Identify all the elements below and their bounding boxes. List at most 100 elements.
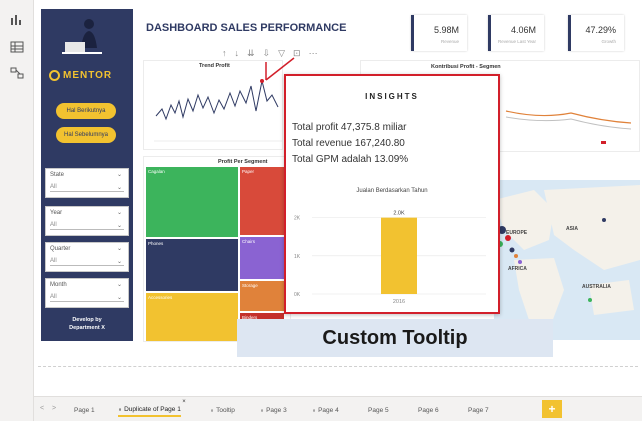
chevron-down-icon[interactable]: ⌄ (117, 294, 122, 301)
kpi-value: 4.06M (510, 25, 536, 35)
kpi-card-growth[interactable]: 47.29% Growth (568, 15, 624, 51)
tab-label: Page 4 (318, 406, 339, 414)
tab-duplicate-of-page-1[interactable]: ∘ Duplicate of Page 1 × (118, 399, 186, 417)
data-label: 2.0K (393, 211, 405, 217)
treemap-cell-storage[interactable]: Storage (240, 281, 284, 311)
kpi-card-revenue-last-year[interactable]: 4.06M Revenue Last Year (488, 15, 544, 51)
trend-profit-title: Trend Profit (199, 63, 230, 69)
tab-label: Page 3 (266, 406, 287, 414)
tab-page-5[interactable]: Page 5 (368, 403, 389, 417)
chevron-down-icon[interactable]: ⌄ (117, 222, 122, 229)
kpi-label: Revenue (440, 39, 459, 44)
tab-page-3[interactable]: ∘ Page 3 (260, 403, 287, 417)
treemap-label: Storage (242, 283, 258, 288)
next-tabs-arrow-icon[interactable]: > (52, 405, 56, 412)
y-tick-label: 0K (294, 292, 301, 298)
kpi-label: Revenue Last Year (497, 39, 536, 44)
slicer-value[interactable]: All (50, 184, 124, 192)
chevron-up-icon[interactable]: ⌄ (117, 281, 122, 288)
year-slicer[interactable]: Year ⌄ All ⌄ (45, 206, 129, 236)
map-label-africa: AFRICA (508, 266, 527, 272)
tooltip-line-gpm: Total GPM adalah 13.09% (292, 154, 409, 165)
world-map-visual[interactable]: EUROPE ASIA AFRICA AUSTRALIA (494, 180, 640, 340)
treemap-cell-chairs[interactable]: Chairs (240, 237, 284, 279)
y-tick-label: 1K (294, 254, 301, 260)
tooltip-line-revenue: Total revenue 167,240.80 (292, 138, 405, 149)
tab-label: Tooltip (216, 406, 235, 414)
more-options-icon[interactable]: ⋯ (309, 48, 318, 59)
quarter-slicer[interactable]: Quarter ⌄ All ⌄ (45, 242, 129, 272)
slicer-title: Month (50, 282, 67, 288)
map-label-australia: AUSTRALIA (582, 284, 611, 290)
kpi-label: Growth (601, 39, 616, 44)
developer-line-1: Develop by (72, 317, 102, 323)
tooltip-chart-title: Jualan Berdasarkan Tahun (356, 188, 428, 194)
treemap-cell-paper[interactable]: Paper (240, 167, 284, 235)
tab-label: Page 7 (468, 406, 489, 414)
person-laptop-icon (62, 19, 102, 54)
tooltip-title: INSIGHTS (365, 92, 419, 101)
tab-page-4[interactable]: ∘ Page 4 (312, 403, 339, 417)
canvas-divider (38, 366, 638, 367)
drill-up-icon[interactable]: ↑ (222, 48, 227, 59)
page-tabs: < > Page 1 ∘ Duplicate of Page 1 × ∘ Too… (34, 396, 642, 421)
chevron-up-icon[interactable]: ⌄ (117, 171, 122, 178)
insights-tooltip: INSIGHTS Total profit 47,375.8 miliar To… (284, 74, 500, 314)
slicer-title: Year (50, 210, 63, 216)
data-view-icon[interactable] (10, 40, 24, 53)
chevron-down-icon[interactable]: ⌄ (117, 184, 122, 191)
model-view-icon[interactable] (10, 66, 24, 79)
treemap-label: Chairs (242, 239, 256, 244)
mentor-logo-icon (49, 70, 60, 81)
brand-name: MENTOR (63, 70, 113, 81)
treemap-cell-accessories[interactable]: Accessories (146, 293, 238, 341)
slicer-value[interactable]: All (50, 222, 124, 230)
chevron-up-icon[interactable]: ⌄ (117, 245, 122, 252)
chevron-up-icon[interactable]: ⌄ (117, 209, 122, 216)
close-tab-icon[interactable]: × (182, 399, 186, 405)
developer-credit: Develop by Department X (55, 316, 119, 332)
segment-title: Profit Per Segment (218, 159, 268, 165)
map-label-asia: ASIA (566, 226, 578, 232)
expand-level-icon[interactable]: ⇊ (247, 48, 255, 59)
chevron-down-icon[interactable]: ⌄ (117, 258, 122, 265)
custom-tooltip-banner: Custom Tooltip (237, 319, 553, 357)
month-slicer[interactable]: Month ⌄ All ⌄ (45, 278, 129, 308)
app-rail (0, 0, 34, 421)
prev-page-button[interactable]: Hal Sebelumnya (56, 127, 116, 143)
mentor-logo: MENTOR (49, 70, 112, 81)
treemap-label: Paper (242, 169, 255, 174)
kpi-card-revenue[interactable]: 5.98M Revenue (411, 15, 467, 51)
treemap-cell-phones[interactable]: Phones (146, 239, 238, 291)
tab-label: Page 6 (418, 406, 439, 414)
treemap-label: Cagalan (148, 169, 165, 174)
sales-by-year-chart: 2K 1K 0K 2.0K 2016 (294, 211, 486, 305)
next-page-button[interactable]: Hal Berikutnya (56, 103, 116, 119)
x-tick-label: 2016 (393, 299, 405, 305)
drill-down-icon[interactable]: ↓ (235, 48, 240, 59)
tab-hidden-icon: ∘ (210, 407, 215, 414)
tab-tooltip[interactable]: ∘ Tooltip (210, 403, 235, 417)
slicer-value[interactable]: All (50, 294, 124, 302)
treemap-label: Phones (148, 241, 164, 246)
add-page-button[interactable]: + (542, 400, 562, 418)
treemap-cell-cagalan[interactable]: Cagalan (146, 167, 238, 237)
map-label-europe: EUROPE (506, 230, 528, 236)
tab-hidden-icon: ∘ (312, 407, 317, 414)
state-slicer[interactable]: State ⌄ All ⌄ (45, 168, 129, 198)
treemap-label: Accessories (148, 295, 173, 300)
slicer-value[interactable]: All (50, 258, 124, 266)
tab-page-1[interactable]: Page 1 (74, 403, 95, 417)
slicer-title: Quarter (50, 246, 71, 252)
tab-page-6[interactable]: Page 6 (418, 403, 439, 417)
report-view-icon[interactable] (10, 12, 24, 25)
tab-page-7[interactable]: Page 7 (468, 403, 489, 417)
developer-line-2: Department X (69, 325, 105, 331)
tooltip-line-profit: Total profit 47,375.8 miliar (292, 122, 407, 133)
tab-label: Page 5 (368, 406, 389, 414)
tab-label: Page 1 (74, 406, 95, 414)
page-title: DASHBOARD SALES PERFORMANCE (146, 22, 347, 34)
bar (381, 217, 417, 294)
tab-hidden-icon: ∘ (260, 407, 265, 414)
prev-tabs-arrow-icon[interactable]: < (40, 405, 44, 412)
